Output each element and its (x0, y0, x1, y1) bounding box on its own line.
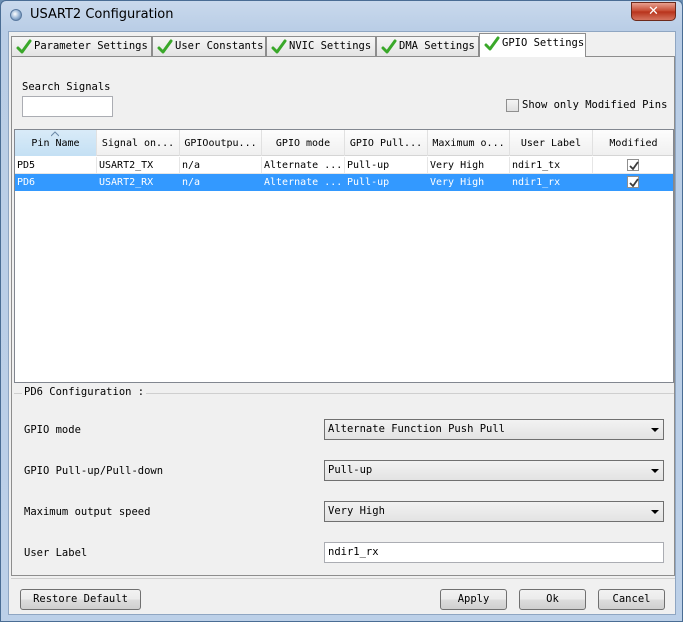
column-header-pin-name[interactable]: Pin Name (15, 130, 97, 156)
cell-max-output: Very High (428, 174, 510, 191)
cell-modified (593, 157, 673, 174)
column-header-max-output[interactable]: Maximum o... (428, 130, 510, 156)
pin-table: Pin Name Signal on... GPIOoutpu... GPIO … (14, 129, 674, 383)
checkmark-icon (629, 178, 639, 188)
gpio-settings-panel: Search Signals Show only Modified Pins P… (11, 56, 675, 576)
tab-parameter-settings[interactable]: Parameter Settings (11, 36, 152, 57)
tab-user-constants[interactable]: User Constants (152, 36, 266, 57)
sort-ascending-icon (51, 131, 59, 137)
table-row[interactable]: PD5 USART2_TX n/a Alternate ... Pull-up … (15, 157, 673, 174)
cell-gpio-output: n/a (180, 174, 262, 191)
cell-signal: USART2_RX (97, 174, 180, 191)
tab-dma-settings[interactable]: DMA Settings (376, 36, 479, 57)
restore-default-button[interactable]: Restore Default (20, 589, 141, 610)
check-icon (484, 36, 500, 51)
tab-strip: Parameter Settings User Constants NVIC S… (11, 32, 675, 57)
gpio-mode-label: GPIO mode (24, 424, 81, 436)
cell-pin-name: PD6 (15, 174, 97, 191)
cell-modified (593, 174, 673, 191)
modified-checkbox[interactable] (627, 176, 639, 188)
search-signals-input[interactable] (22, 96, 113, 117)
cancel-button[interactable]: Cancel (598, 589, 665, 610)
modified-checkbox[interactable] (627, 159, 639, 171)
tab-label: Parameter Settings (34, 40, 148, 52)
column-header-gpio-pull[interactable]: GPIO Pull... (345, 130, 428, 156)
gpio-mode-value: Alternate Function Push Pull (328, 423, 506, 435)
max-output-speed-value: Very High (328, 505, 385, 517)
cell-pin-name: PD5 (15, 157, 97, 174)
column-header-user-label[interactable]: User Label (510, 130, 593, 156)
max-output-speed-label: Maximum output speed (24, 506, 151, 518)
cell-signal: USART2_TX (97, 157, 180, 174)
chevron-down-icon (651, 469, 659, 473)
table-header: Pin Name Signal on... GPIOoutpu... GPIO … (15, 130, 673, 156)
user-label-label: User Label (24, 547, 88, 559)
user-label-input[interactable]: ndir1_rx (324, 542, 664, 563)
gpio-pull-value: Pull-up (328, 464, 373, 476)
column-header-signal[interactable]: Signal on... (97, 130, 180, 156)
ok-button[interactable]: Ok (519, 589, 586, 610)
tab-label: DMA Settings (399, 40, 475, 52)
gpio-mode-select[interactable]: Alternate Function Push Pull (324, 419, 664, 440)
table-row[interactable]: PD6 USART2_RX n/a Alternate ... Pull-up … (15, 174, 673, 191)
pin-configuration-group: PD6 Configuration : GPIO mode Alternate … (14, 386, 674, 573)
max-output-speed-select[interactable]: Very High (324, 501, 664, 522)
tab-label: NVIC Settings (289, 40, 372, 52)
group-title: PD6 Configuration : (22, 386, 147, 398)
check-icon (381, 39, 397, 54)
cell-user-label: ndir1_tx (510, 157, 593, 174)
gpio-pull-label: GPIO Pull-up/Pull-down (24, 465, 164, 477)
column-header-gpio-output[interactable]: GPIOoutpu... (180, 130, 262, 156)
app-icon (10, 9, 22, 21)
close-button[interactable]: ✕ (631, 2, 676, 21)
tab-nvic-settings[interactable]: NVIC Settings (266, 36, 376, 57)
title-bar[interactable]: USART2 Configuration ✕ (1, 1, 682, 31)
cell-gpio-output: n/a (180, 157, 262, 174)
usart2-config-window: USART2 Configuration ✕ Parameter Setting… (0, 0, 683, 622)
apply-button[interactable]: Apply (440, 589, 507, 610)
tab-label: User Constants (175, 40, 264, 52)
cell-max-output: Very High (428, 157, 510, 174)
column-header-gpio-mode[interactable]: GPIO mode (262, 130, 345, 156)
checkmark-icon (629, 161, 639, 171)
chevron-down-icon (651, 428, 659, 432)
cell-gpio-mode: Alternate ... (262, 157, 345, 174)
show-modified-checkbox[interactable] (506, 99, 519, 112)
search-label: Search Signals (22, 81, 111, 93)
dialog-body: Parameter Settings User Constants NVIC S… (8, 31, 676, 615)
column-header-modified[interactable]: Modified (593, 130, 673, 156)
check-icon (271, 39, 287, 54)
check-icon (16, 39, 32, 54)
window-title: USART2 Configuration (30, 7, 174, 22)
cell-user-label: ndir1_rx (510, 174, 593, 191)
cell-gpio-pull: Pull-up (345, 174, 428, 191)
tab-gpio-settings[interactable]: GPIO Settings (479, 33, 586, 57)
tab-label: GPIO Settings (502, 37, 585, 49)
cell-gpio-mode: Alternate ... (262, 174, 345, 191)
chevron-down-icon (651, 510, 659, 514)
check-icon (157, 39, 173, 54)
show-modified-label: Show only Modified Pins (522, 99, 668, 111)
gpio-pull-select[interactable]: Pull-up (324, 460, 664, 481)
footer-divider (11, 578, 675, 579)
cell-gpio-pull: Pull-up (345, 157, 428, 174)
